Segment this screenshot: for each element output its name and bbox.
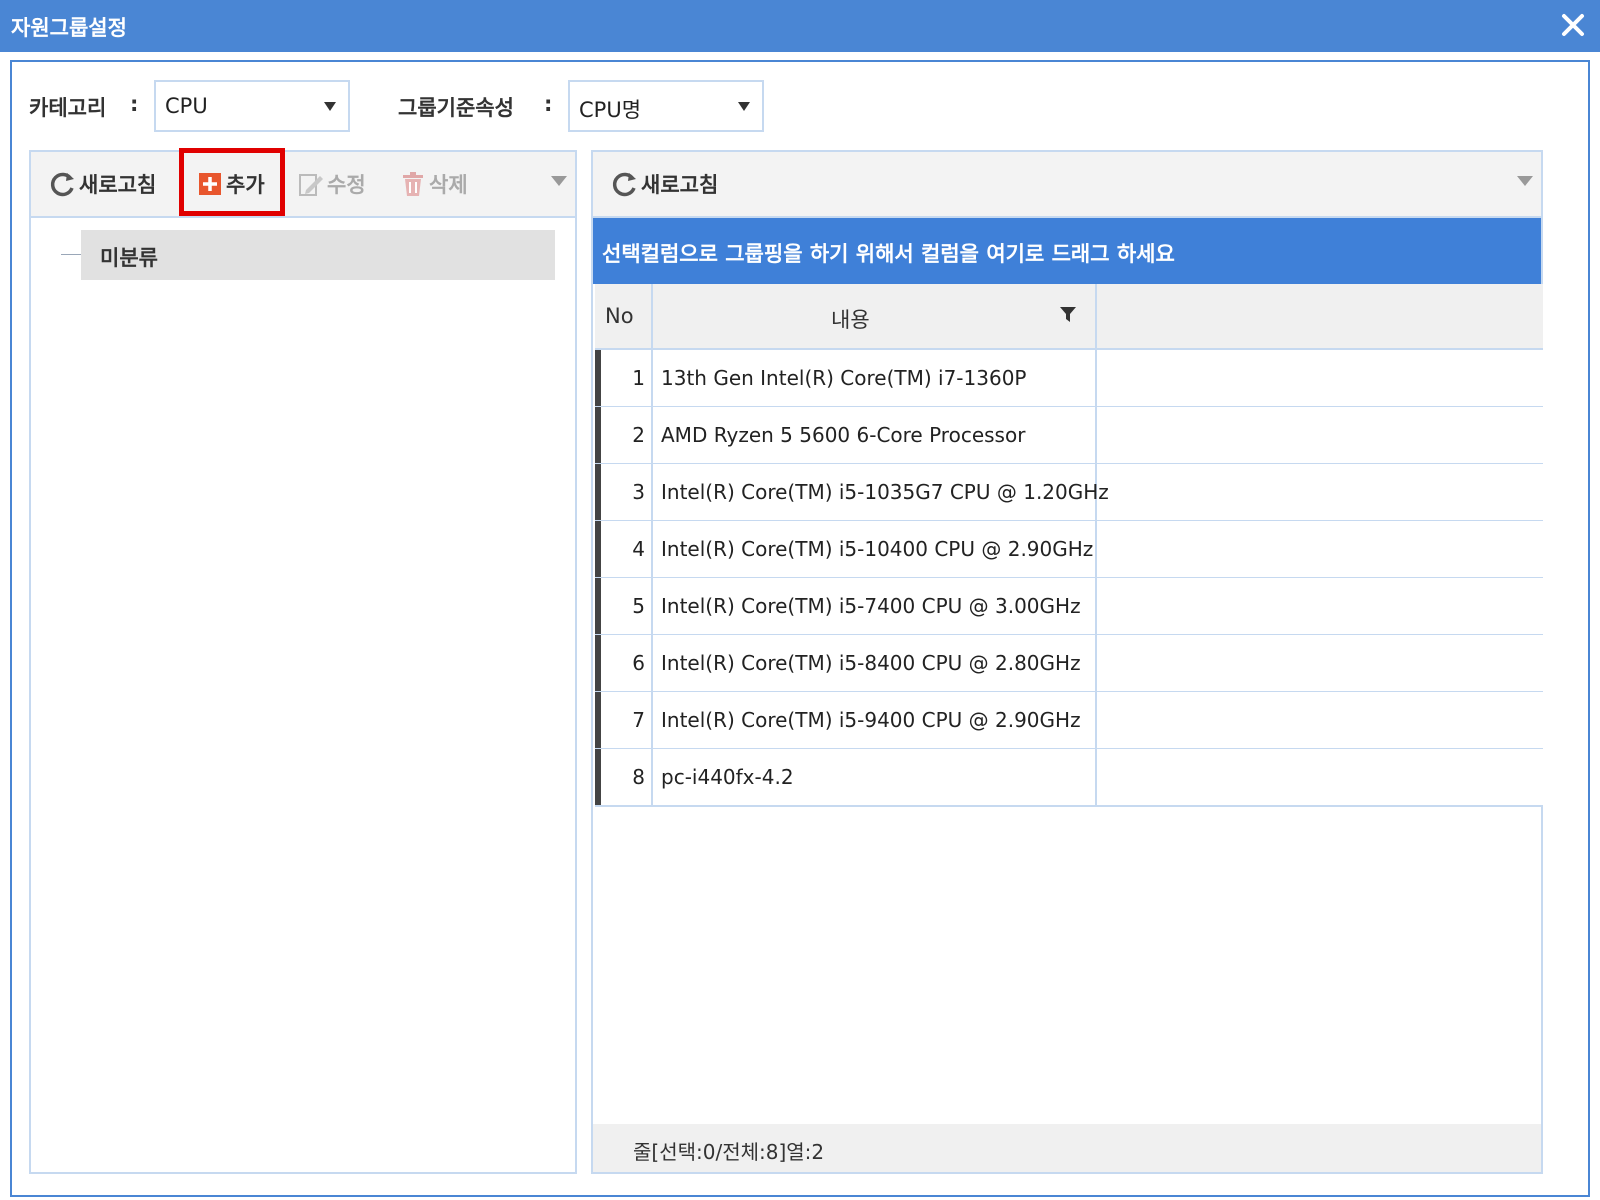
grid-header: No 내용 <box>595 284 1543 350</box>
cell-empty[interactable] <box>1097 692 1543 750</box>
group-attr-separator: : <box>544 92 553 116</box>
chevron-down-icon <box>324 102 336 111</box>
edit-button[interactable]: 수정 <box>297 167 366 201</box>
cell-content-text: Intel(R) Core(TM) i5-9400 CPU @ 2.90GHz <box>661 708 1081 732</box>
table-row[interactable]: 2 AMD Ryzen 5 5600 6-Core Processor <box>595 407 1543 465</box>
cell-content[interactable]: pc-i440fx-4.2 <box>653 749 1097 807</box>
cell-no-text: 8 <box>632 765 645 789</box>
cell-content-text: Intel(R) Core(TM) i5-10400 CPU @ 2.90GHz <box>661 537 1094 561</box>
column-header-content[interactable]: 내용 <box>653 284 1097 350</box>
cell-content[interactable]: Intel(R) Core(TM) i5-1035G7 CPU @ 1.20GH… <box>653 464 1109 522</box>
filter-icon[interactable] <box>1059 304 1077 328</box>
cell-empty[interactable] <box>1097 350 1543 408</box>
left-toolbar: 새로고침 추가 수정 삭제 <box>31 148 575 218</box>
cell-empty[interactable] <box>1097 407 1543 465</box>
cell-no-text: 6 <box>632 651 645 675</box>
grid-refresh-button[interactable]: 새로고침 <box>611 167 718 201</box>
right-toolbar: 새로고침 <box>593 152 1541 218</box>
cell-content[interactable]: AMD Ryzen 5 5600 6-Core Processor <box>653 407 1097 465</box>
column-header-label: No <box>605 304 634 328</box>
add-button-highlight <box>179 148 285 216</box>
group-tree-panel: 새로고침 추가 수정 삭제 미분류 <box>29 148 577 1174</box>
cell-no[interactable]: 5 <box>595 578 653 636</box>
table-row[interactable]: 3 Intel(R) Core(TM) i5-1035G7 CPU @ 1.20G… <box>595 464 1543 522</box>
cell-no[interactable]: 8 <box>595 749 653 807</box>
group-attr-label: 그룹기준속성 <box>398 96 514 120</box>
cell-no[interactable]: 3 <box>595 464 653 522</box>
category-select[interactable]: CPU <box>154 80 350 132</box>
table-row[interactable]: 5 Intel(R) Core(TM) i5-7400 CPU @ 3.00GHz <box>595 578 1543 636</box>
window-title: 자원그룹설정 <box>11 16 127 40</box>
cell-content-text: Intel(R) Core(TM) i5-1035G7 CPU @ 1.20GH… <box>661 480 1109 504</box>
cell-empty[interactable] <box>1097 749 1543 807</box>
grid-toolbar-menu-icon[interactable] <box>1517 176 1533 186</box>
cell-content-text: Intel(R) Core(TM) i5-7400 CPU @ 3.00GHz <box>661 594 1081 618</box>
resource-grid-panel: 새로고침 선택컬럼으로 그룹핑을 하기 위해서 컬럼을 여기로 드래그 하세요 … <box>591 150 1543 1174</box>
table-row[interactable]: 7 Intel(R) Core(TM) i5-9400 CPU @ 2.90GHz <box>595 692 1543 750</box>
column-header-empty <box>1097 284 1543 350</box>
grid-status-text: 줄[선택:0/전체:8]열:2 <box>633 1140 825 1164</box>
cell-content[interactable]: Intel(R) Core(TM) i5-9400 CPU @ 2.90GHz <box>653 692 1097 750</box>
cell-no-text: 3 <box>632 480 645 504</box>
refresh-icon <box>611 170 639 198</box>
trash-icon <box>399 170 427 198</box>
tree-connector <box>61 254 81 255</box>
table-row[interactable]: 8 pc-i440fx-4.2 <box>595 749 1543 807</box>
refresh-label: 새로고침 <box>79 173 157 197</box>
category-label: 카테고리 <box>29 96 107 120</box>
tree-node-label: 미분류 <box>100 246 158 270</box>
cell-no[interactable]: 6 <box>595 635 653 693</box>
group-attr-select-value: CPU명 <box>579 98 642 122</box>
delete-button[interactable]: 삭제 <box>399 167 468 201</box>
category-select-value: CPU <box>165 94 208 118</box>
title-bar: 자원그룹설정 <box>0 0 1600 52</box>
cell-content[interactable]: Intel(R) Core(TM) i5-10400 CPU @ 2.90GHz <box>653 521 1097 579</box>
column-header-no[interactable]: No <box>595 284 653 350</box>
cell-no[interactable]: 7 <box>595 692 653 750</box>
refresh-icon <box>49 170 77 198</box>
cell-content-text: Intel(R) Core(TM) i5-8400 CPU @ 2.80GHz <box>661 651 1081 675</box>
table-row[interactable]: 1 13th Gen Intel(R) Core(TM) i7-1360P <box>595 350 1543 408</box>
cell-content-text: pc-i440fx-4.2 <box>661 765 794 789</box>
close-icon[interactable] <box>1556 8 1590 42</box>
refresh-button[interactable]: 새로고침 <box>49 167 156 201</box>
cell-no-text: 7 <box>632 708 645 732</box>
cell-no[interactable]: 2 <box>595 407 653 465</box>
group-drop-hint: 선택컬럼으로 그룹핑을 하기 위해서 컬럼을 여기로 드래그 하세요 <box>602 242 1175 266</box>
edit-icon <box>297 170 325 198</box>
group-attr-select[interactable]: CPU명 <box>568 80 764 132</box>
cell-no-text: 1 <box>632 366 645 390</box>
cell-no[interactable]: 1 <box>595 350 653 408</box>
grid-status-bar: 줄[선택:0/전체:8]열:2 <box>593 1124 1541 1172</box>
table-row[interactable]: 4 Intel(R) Core(TM) i5-10400 CPU @ 2.90GH… <box>595 521 1543 579</box>
table-row[interactable]: 6 Intel(R) Core(TM) i5-8400 CPU @ 2.80GHz <box>595 635 1543 693</box>
cell-no-text: 4 <box>632 537 645 561</box>
cell-content-text: 13th Gen Intel(R) Core(TM) i7-1360P <box>661 366 1027 390</box>
group-tree: 미분류 <box>31 218 575 1172</box>
cell-no-text: 2 <box>632 423 645 447</box>
cell-content[interactable]: Intel(R) Core(TM) i5-8400 CPU @ 2.80GHz <box>653 635 1097 693</box>
cell-empty[interactable] <box>1097 578 1543 636</box>
toolbar-menu-icon[interactable] <box>551 176 567 186</box>
cell-no-text: 5 <box>632 594 645 618</box>
cell-content-text: AMD Ryzen 5 5600 6-Core Processor <box>661 423 1026 447</box>
cell-content[interactable]: 13th Gen Intel(R) Core(TM) i7-1360P <box>653 350 1097 408</box>
delete-label: 삭제 <box>429 173 468 197</box>
chevron-down-icon <box>738 102 750 111</box>
group-drop-area[interactable]: 선택컬럼으로 그룹핑을 하기 위해서 컬럼을 여기로 드래그 하세요 <box>593 218 1541 284</box>
category-separator: : <box>130 92 139 116</box>
cell-no[interactable]: 4 <box>595 521 653 579</box>
column-header-label: 내용 <box>831 308 870 332</box>
grid-refresh-label: 새로고침 <box>641 173 719 197</box>
cell-empty[interactable] <box>1097 464 1543 522</box>
cell-empty[interactable] <box>1097 521 1543 579</box>
cell-content[interactable]: Intel(R) Core(TM) i5-7400 CPU @ 3.00GHz <box>653 578 1097 636</box>
edit-label: 수정 <box>327 173 366 197</box>
tree-node-unclassified[interactable]: 미분류 <box>81 230 555 280</box>
dialog-body: 카테고리 : CPU 그룹기준속성 : CPU명 새로고침 추가 수정 삭제 미… <box>10 60 1590 1197</box>
cell-empty[interactable] <box>1097 635 1543 693</box>
